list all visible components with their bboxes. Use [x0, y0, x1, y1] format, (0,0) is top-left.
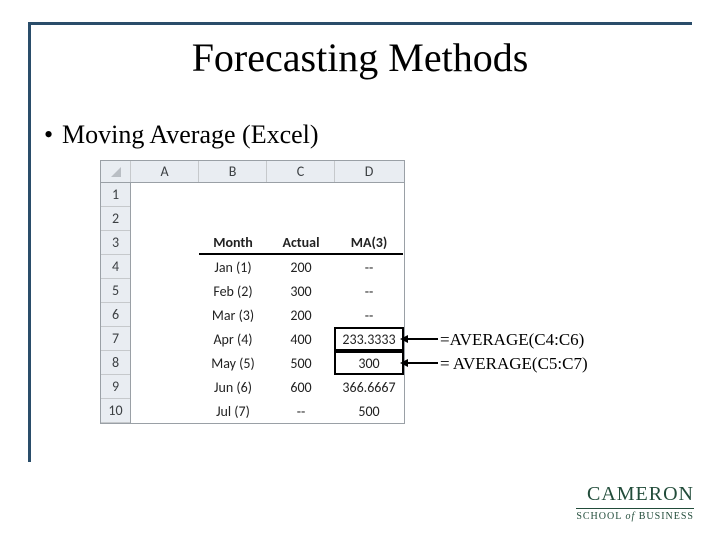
row-header: 4	[101, 255, 130, 279]
row-header: 2	[101, 207, 130, 231]
row-header-col: 1 2 3 4 5 6 7 8 9 10	[101, 183, 131, 423]
table-row: Jun (6)600366.6667	[131, 375, 404, 399]
col-header-b: B	[199, 161, 267, 182]
table-row: Apr (4)400233.3333	[131, 327, 404, 351]
table-row: Jul (7)--500	[131, 399, 404, 423]
table-header: MA(3)	[335, 231, 403, 255]
col-header-c: C	[267, 161, 335, 182]
logo-rule	[576, 508, 694, 509]
table-header: Month	[199, 231, 267, 255]
table-row: Jan (1)200--	[131, 255, 404, 279]
row-header: 8	[101, 351, 130, 375]
slide: Forecasting Methods •Moving Average (Exc…	[0, 0, 720, 540]
table-row	[131, 207, 404, 231]
logo-line1: CAMERON	[576, 483, 694, 506]
row-header: 7	[101, 327, 130, 351]
row-header: 9	[101, 375, 130, 399]
top-rule	[28, 22, 692, 25]
col-header-a: A	[131, 161, 199, 182]
logo: CAMERON SCHOOL of BUSINESS	[576, 483, 694, 522]
table-row: Mar (3)200--	[131, 303, 404, 327]
cell-area: Month Actual MA(3) Jan (1)200-- Feb (2)3…	[131, 183, 404, 423]
row-header: 10	[101, 399, 130, 423]
arrow-icon	[406, 362, 438, 364]
table-row: May (5)500300	[131, 351, 404, 375]
left-rule	[28, 22, 31, 462]
grid-body: 1 2 3 4 5 6 7 8 9 10 Month Actual MA(3)	[101, 183, 404, 423]
formula-annotation-1: =AVERAGE(C4:C6)	[440, 330, 584, 350]
table-row: Feb (2)300--	[131, 279, 404, 303]
table-header-row: Month Actual MA(3)	[131, 231, 404, 255]
bullet-line: •Moving Average (Excel)	[44, 120, 319, 150]
table-header: Actual	[267, 231, 335, 255]
logo-line2: SCHOOL of BUSINESS	[576, 511, 694, 522]
column-header-row: A B C D	[101, 161, 404, 183]
select-all-corner	[101, 161, 131, 182]
row-header: 1	[101, 183, 130, 207]
col-header-d: D	[335, 161, 403, 182]
slide-title: Forecasting Methods	[0, 34, 720, 81]
row-header: 3	[101, 231, 130, 255]
excel-screenshot: A B C D 1 2 3 4 5 6 7 8 9 10	[100, 160, 405, 424]
bullet-dot: •	[44, 120, 62, 150]
arrow-icon	[406, 338, 438, 340]
row-header: 5	[101, 279, 130, 303]
table-row	[131, 183, 404, 207]
bullet-text: Moving Average (Excel)	[62, 120, 319, 149]
row-header: 6	[101, 303, 130, 327]
formula-annotation-2: = AVERAGE(C5:C7)	[440, 354, 588, 374]
